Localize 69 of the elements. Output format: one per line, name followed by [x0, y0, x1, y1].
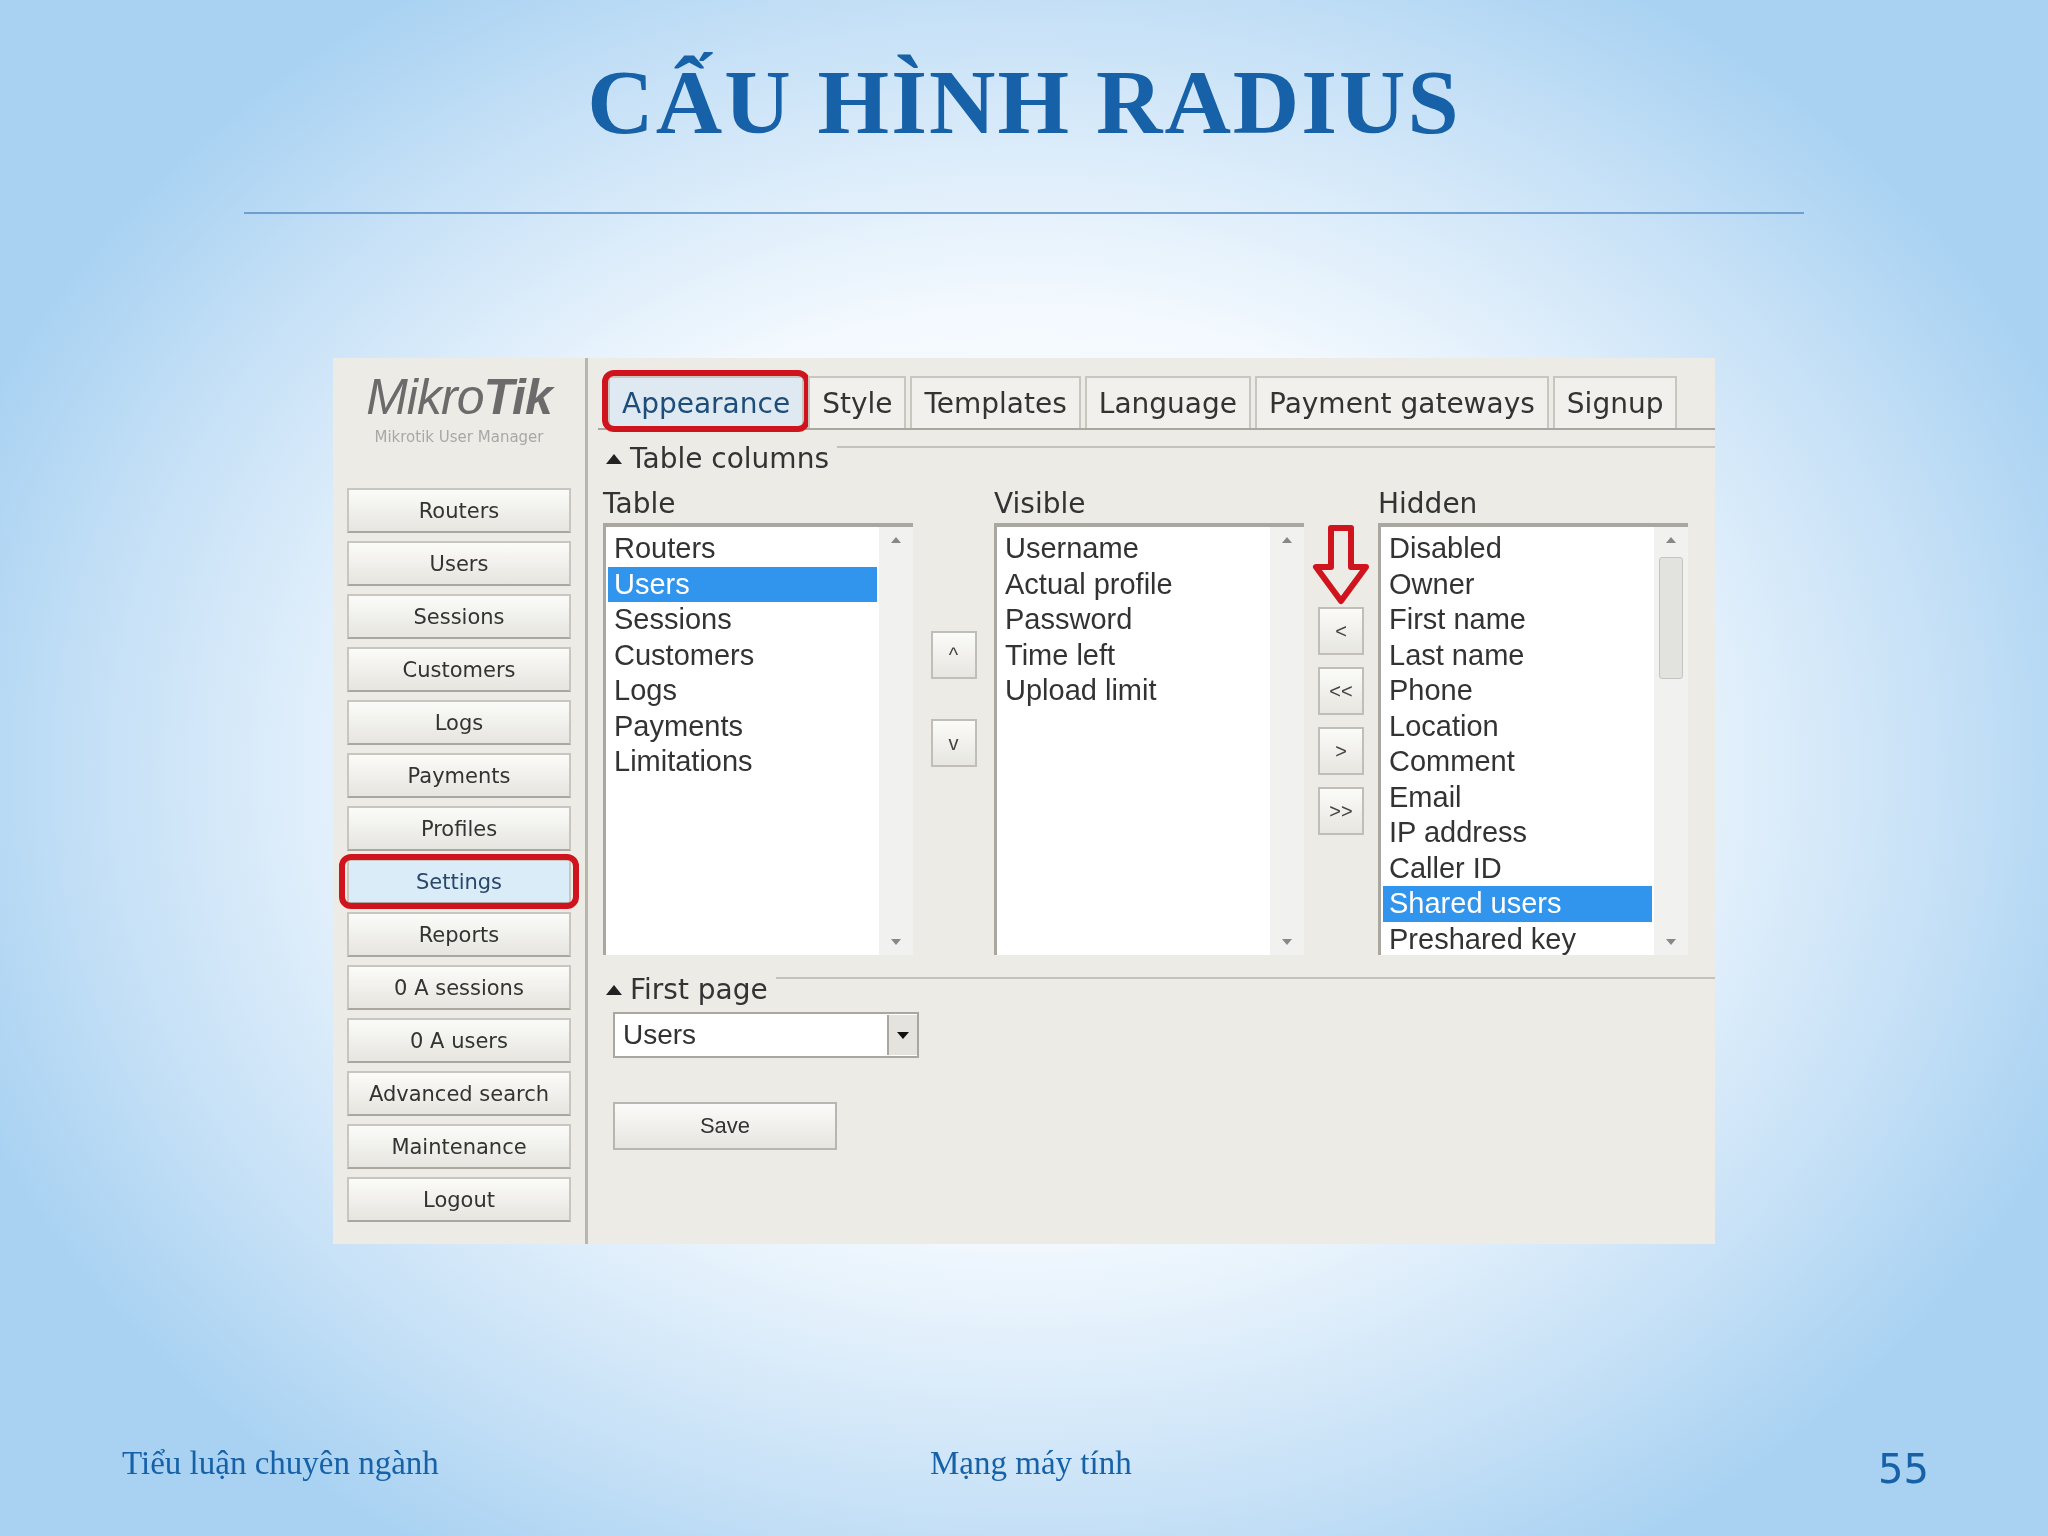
sidebar-button[interactable]: Profiles [347, 806, 571, 851]
footer-text: Tiểu luận chuyên ngành [122, 1444, 439, 1482]
tab[interactable]: Signup [1552, 376, 1678, 428]
sidebar-button[interactable]: Settings [347, 859, 571, 904]
tab[interactable]: Templates [910, 376, 1081, 428]
list-label: Visible [994, 487, 1087, 522]
collapse-icon[interactable] [606, 453, 622, 464]
list-item[interactable]: Time left [999, 637, 1268, 673]
tab[interactable]: Appearance [608, 376, 805, 428]
sidebar-button[interactable]: 0 A users [347, 1018, 571, 1063]
move-button[interactable]: >> [1318, 787, 1364, 835]
list-item[interactable]: Email [1383, 779, 1652, 815]
sidebar-button[interactable]: 0 A sessions [347, 965, 571, 1010]
list-item[interactable]: Username [999, 531, 1268, 567]
list-item[interactable]: Routers [608, 531, 877, 567]
move-button[interactable]: > [1318, 727, 1364, 775]
list-item[interactable]: Caller ID [1383, 850, 1652, 886]
tab[interactable]: Language [1084, 376, 1251, 428]
page-number: 55 [1878, 1446, 1929, 1492]
list-item[interactable]: Password [999, 602, 1268, 638]
move-button[interactable]: ^ [930, 631, 977, 679]
list-box[interactable]: Routers Users Sessions Customers Logs Payments Limitations [603, 523, 913, 955]
section-heading: Table columns [630, 442, 829, 475]
sidebar-button[interactable]: Customers [347, 647, 571, 692]
list-item[interactable]: Logs [608, 673, 877, 709]
list-item[interactable]: Comment [1383, 744, 1652, 780]
list-label: Table [603, 487, 677, 522]
save-button[interactable]: Save [613, 1102, 837, 1150]
list-item[interactable]: Limitations [608, 744, 877, 780]
logo-subtitle: Mikrotik User Manager [374, 428, 544, 446]
sidebar-button[interactable]: Users [347, 541, 571, 586]
list-item[interactable]: Payments [608, 708, 877, 744]
sidebar-button[interactable]: Routers [347, 488, 571, 533]
scrollbar[interactable] [1270, 527, 1304, 955]
move-button[interactable]: << [1318, 667, 1364, 715]
list-item[interactable]: Last name [1383, 637, 1652, 673]
collapse-icon[interactable] [606, 984, 622, 995]
section-heading: First page [630, 973, 768, 1006]
sidebar-button[interactable]: Advanced search [347, 1071, 571, 1116]
list-item[interactable]: Preshared key [1383, 921, 1652, 957]
sidebar-button[interactable]: Logs [347, 700, 571, 745]
list-box[interactable]: Username Actual profile Password Time left Upload limit [994, 523, 1304, 955]
tab[interactable]: Style [808, 376, 907, 428]
list-item[interactable]: Customers [608, 637, 877, 673]
dropdown-icon[interactable] [887, 1015, 917, 1055]
move-button[interactable]: < [1318, 607, 1364, 655]
sidebar-button[interactable]: Logout [347, 1177, 571, 1222]
first-page-select[interactable]: Users [613, 1012, 919, 1058]
sidebar-button[interactable]: Maintenance [347, 1124, 571, 1169]
sidebar-button[interactable]: Sessions [347, 594, 571, 639]
scrollbar[interactable] [1654, 527, 1688, 955]
scrollbar[interactable] [879, 527, 913, 955]
list-box[interactable]: Disabled Owner First name Last name Phone Location Comment Email IP address Caller ID Shared users Preshared key [1378, 523, 1688, 955]
list-item[interactable]: Owner [1383, 566, 1652, 602]
sidebar-button[interactable]: Payments [347, 753, 571, 798]
move-button[interactable]: v [930, 719, 977, 767]
footer-text: Mạng máy tính [930, 1444, 1132, 1482]
list-item[interactable]: Disabled [1383, 531, 1652, 567]
list-label: Hidden [1378, 487, 1479, 522]
list-item[interactable]: Phone [1383, 673, 1652, 709]
list-item[interactable]: Sessions [608, 602, 877, 638]
list-item[interactable]: Upload limit [999, 673, 1268, 709]
tab[interactable]: Payment gateways [1255, 376, 1549, 428]
slide-title: CẤU HÌNH RADIUS [587, 52, 1461, 152]
list-item[interactable]: IP address [1383, 815, 1652, 851]
list-item[interactable]: First name [1383, 602, 1652, 638]
sidebar-button[interactable]: Reports [347, 912, 571, 957]
list-item[interactable]: Actual profile [999, 566, 1268, 602]
list-item[interactable]: Location [1383, 708, 1652, 744]
